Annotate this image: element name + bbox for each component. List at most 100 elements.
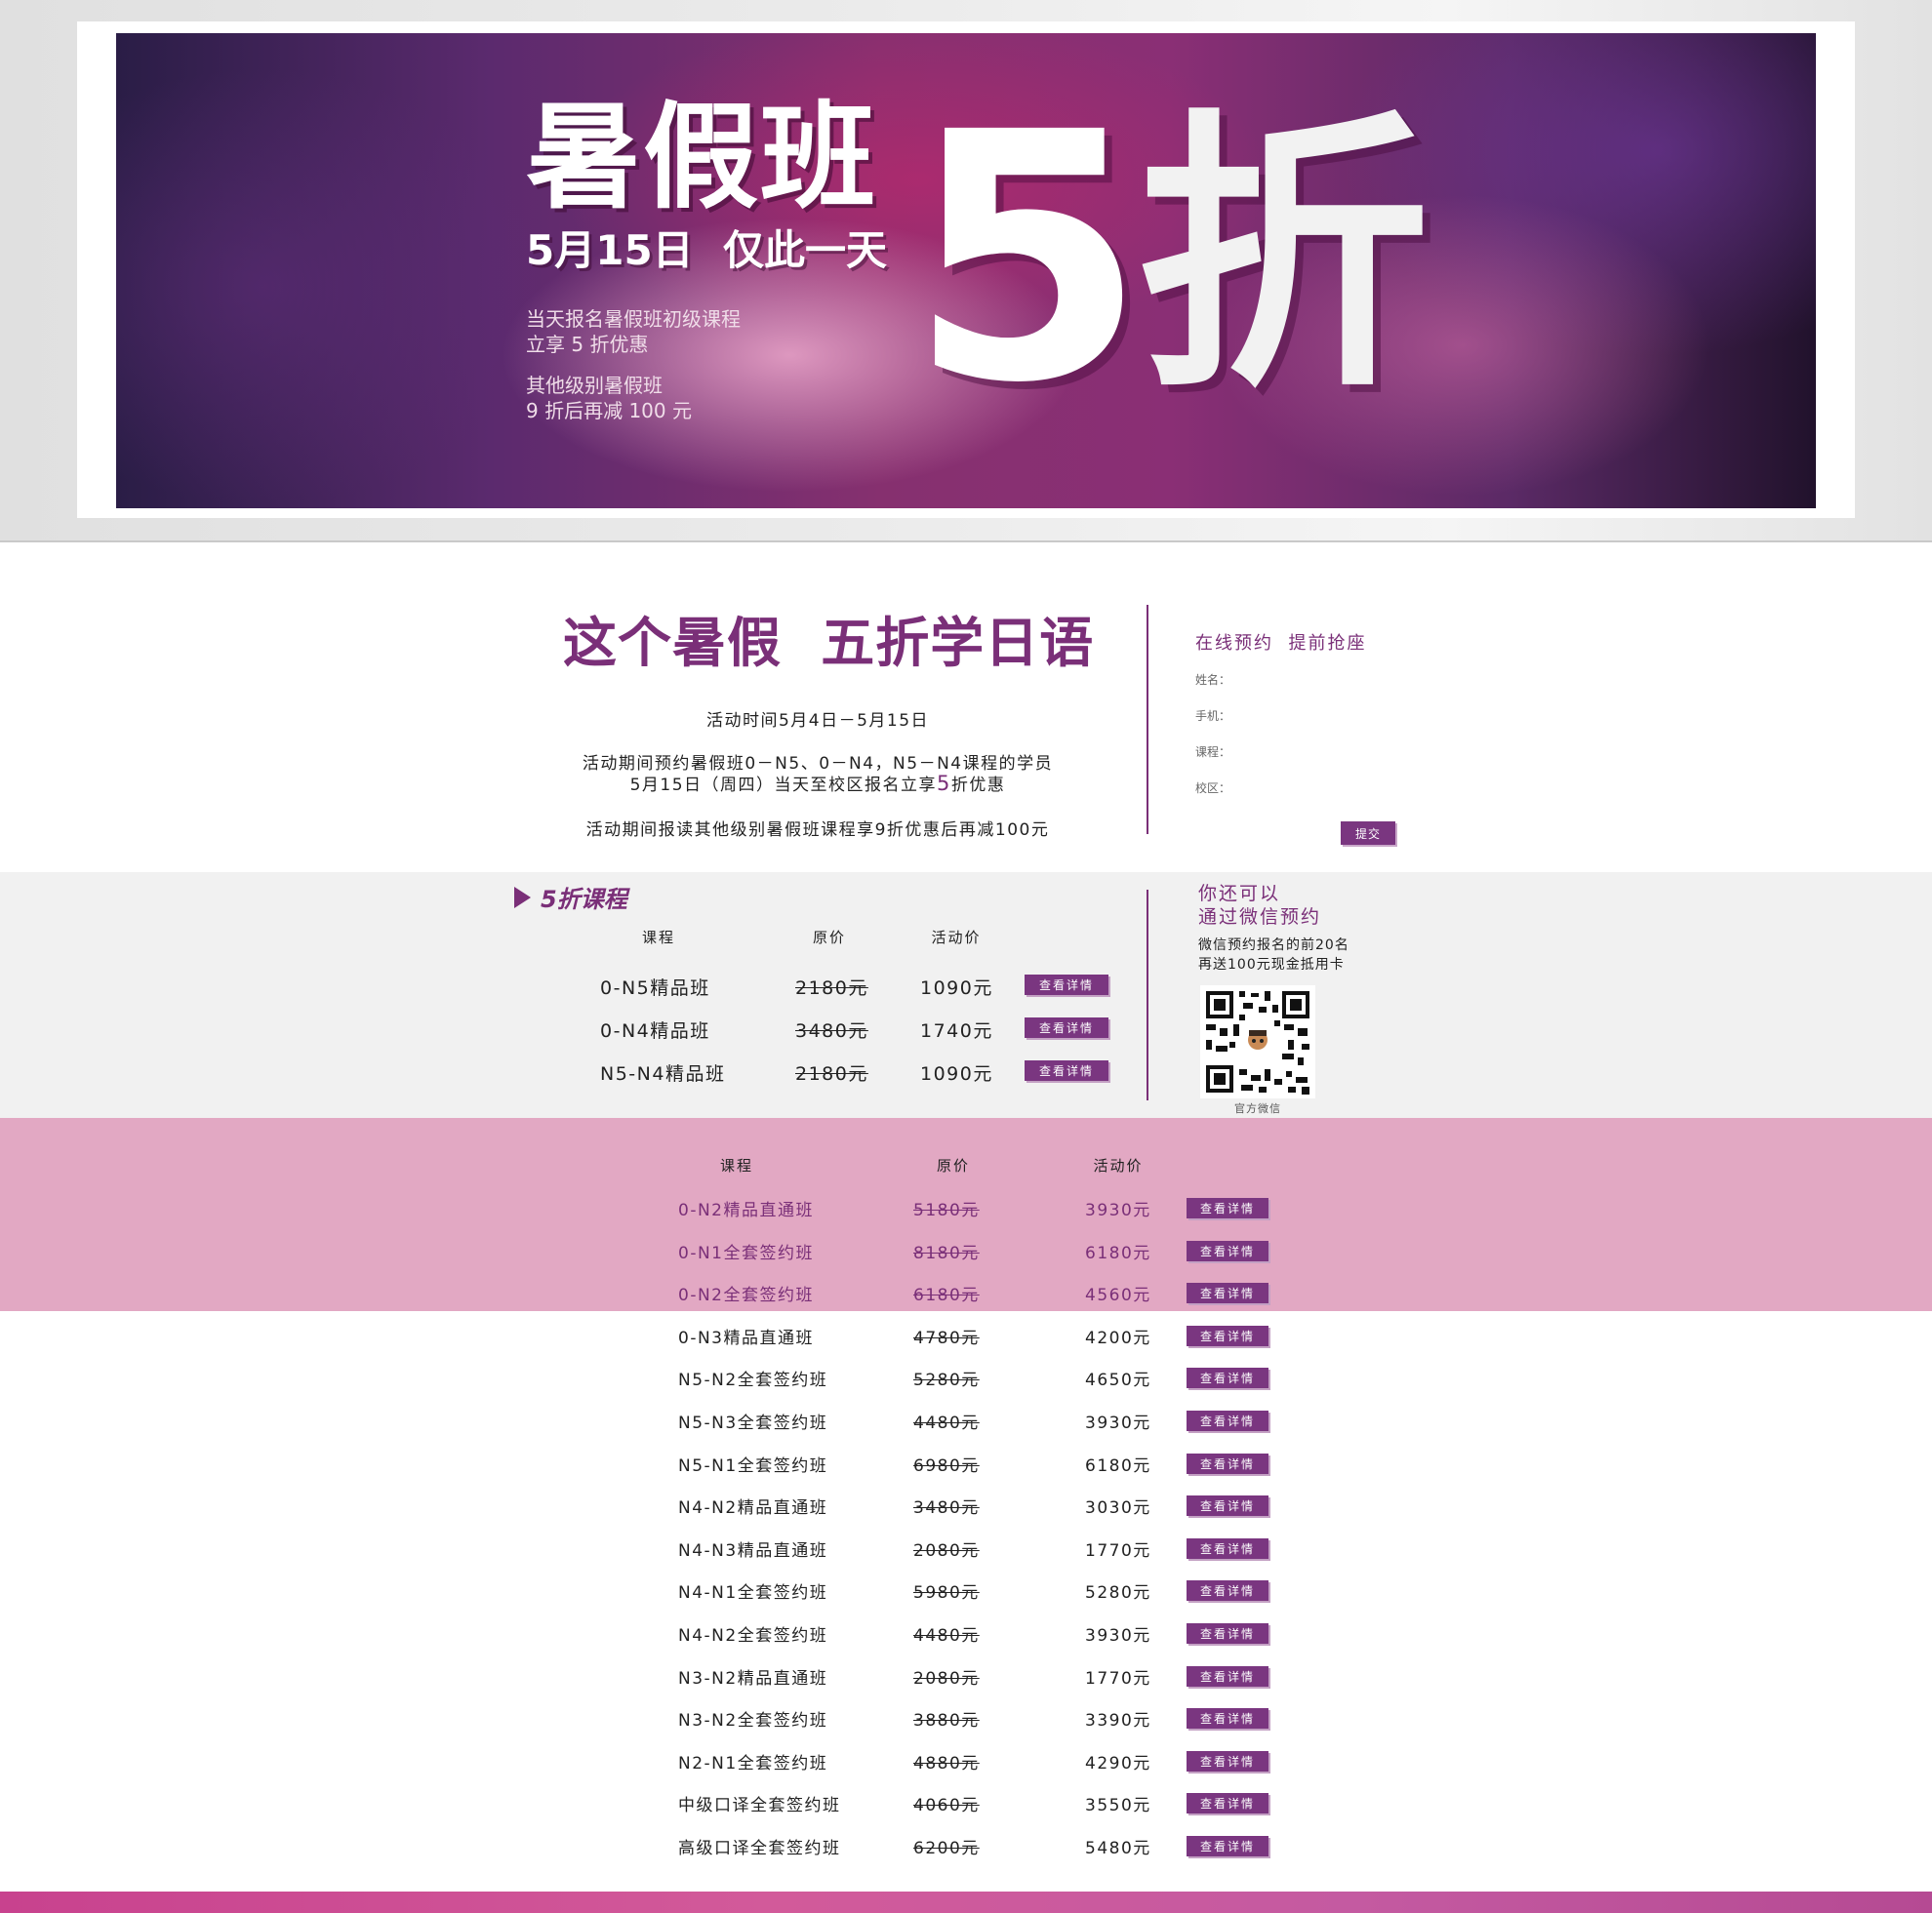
view-details-button[interactable]: 查看详情: [1187, 1538, 1268, 1559]
course-name: 0-N5精品班: [600, 977, 710, 999]
view-details-button[interactable]: 查看详情: [1187, 1411, 1268, 1431]
half-price-header-price: 活动价: [931, 929, 982, 946]
original-price: 2080元: [913, 1541, 980, 1561]
qr-caption: 官方微信: [1234, 1102, 1281, 1115]
wechat-qr-code[interactable]: [1200, 985, 1315, 1098]
sale-price: 1740元: [920, 1020, 993, 1042]
phone-label: 手机：: [1195, 709, 1231, 723]
course-name: 0-N2精品直通班: [678, 1201, 814, 1220]
view-details-button[interactable]: 查看详情: [1187, 1836, 1268, 1856]
banner-divider: [0, 540, 1932, 542]
banner-title: 暑假班: [526, 90, 878, 224]
submit-button[interactable]: 提交: [1341, 821, 1395, 845]
banner-big-number: 5: [908, 60, 1147, 458]
view-details-button[interactable]: 查看详情: [1187, 1283, 1268, 1303]
course-field-row: 课程：: [1195, 741, 1418, 762]
sale-price: 4560元: [1085, 1286, 1151, 1305]
course-name: 高级口译全套签约班: [678, 1839, 841, 1858]
booking-form-title: 在线预约 提前抢座: [1195, 633, 1367, 654]
course-name: N5-N4精品班: [600, 1063, 726, 1085]
original-price: 6200元: [913, 1839, 980, 1858]
sale-price: 3930元: [1085, 1201, 1151, 1220]
view-details-button[interactable]: 查看详情: [1187, 1326, 1268, 1346]
view-details-button[interactable]: 查看详情: [1025, 975, 1108, 995]
intro-line-2: 5月15日（周四）当天至校区报名立享5折优惠: [515, 771, 1120, 795]
sale-price: 4650元: [1085, 1371, 1151, 1390]
banner-desc-3: 其他级别暑假班: [526, 374, 663, 397]
wechat-note-line-2: 再送100元现金抵用卡: [1198, 957, 1345, 973]
original-price: 3880元: [913, 1711, 980, 1731]
sale-price: 3930元: [1085, 1626, 1151, 1646]
orig-price-header: 原价: [936, 1157, 970, 1175]
sale-price: 6180元: [1085, 1244, 1151, 1263]
triangle-arrow-icon: [514, 886, 531, 908]
original-price: 3480元: [913, 1498, 980, 1518]
course-name: 0-N2全套签约班: [678, 1286, 814, 1305]
phone-field-row: 手机：: [1195, 705, 1418, 726]
view-details-button[interactable]: 查看详情: [1187, 1623, 1268, 1644]
phone-field[interactable]: [1234, 705, 1418, 726]
name-field[interactable]: [1234, 669, 1418, 690]
intro-highlight-number: 5: [937, 772, 951, 795]
view-details-button[interactable]: 查看详情: [1187, 1751, 1268, 1772]
original-price: 4480元: [913, 1626, 980, 1646]
sale-price: 5280元: [1085, 1583, 1151, 1603]
sale-price: 3030元: [1085, 1498, 1151, 1518]
sale-price: 1090元: [920, 977, 993, 999]
original-price: 5980元: [913, 1583, 980, 1603]
view-details-button[interactable]: 查看详情: [1187, 1793, 1268, 1813]
course-name: 0-N1全套签约班: [678, 1244, 814, 1263]
course-header: 课程: [719, 1157, 753, 1175]
wechat-title-line-2: 通过微信预约: [1198, 906, 1322, 928]
course-name: 0-N4精品班: [600, 1020, 710, 1042]
course-name: 0-N3精品直通班: [678, 1329, 814, 1348]
view-details-button[interactable]: 查看详情: [1187, 1580, 1268, 1601]
course-name: N4-N2全套签约班: [678, 1626, 828, 1646]
original-price: 5180元: [913, 1201, 980, 1220]
sale-price-header: 活动价: [1093, 1157, 1144, 1175]
view-details-button[interactable]: 查看详情: [1187, 1666, 1268, 1687]
original-price: 6180元: [913, 1286, 980, 1305]
view-details-button[interactable]: 查看详情: [1187, 1368, 1268, 1388]
campus-field-row: 校区：: [1195, 777, 1418, 798]
original-price: 5280元: [913, 1371, 980, 1390]
sale-price: 3930元: [1085, 1414, 1151, 1433]
course-name: N5-N3全套签约班: [678, 1414, 828, 1433]
qr-code-icon: [1200, 985, 1315, 1098]
sale-price: 5480元: [1085, 1839, 1151, 1858]
original-price: 4780元: [913, 1329, 980, 1348]
activity-time: 活动时间5月4日－5月15日: [705, 711, 930, 731]
view-details-button[interactable]: 查看详情: [1187, 1495, 1268, 1516]
intro-line-2-end: 折优惠: [950, 776, 1006, 795]
course-label: 课程：: [1195, 745, 1231, 759]
original-price: 3480元: [795, 1020, 868, 1042]
banner-desc-1: 当天报名暑假班初级课程: [526, 307, 741, 331]
original-price: 4480元: [913, 1414, 980, 1433]
view-details-button[interactable]: 查看详情: [1187, 1708, 1268, 1729]
course-name: N4-N2精品直通班: [678, 1498, 828, 1518]
course-name: N3-N2精品直通班: [678, 1669, 828, 1689]
view-details-button[interactable]: 查看详情: [1187, 1454, 1268, 1474]
original-price: 8180元: [913, 1244, 980, 1263]
view-details-button[interactable]: 查看详情: [1187, 1198, 1268, 1218]
vertical-divider-mid: [1147, 890, 1148, 1100]
sale-price: 3390元: [1085, 1711, 1151, 1731]
half-price-title: 5折课程: [541, 886, 627, 913]
sale-price: 4290元: [1085, 1754, 1151, 1774]
wechat-title-line-1: 你还可以: [1198, 883, 1281, 904]
intro-line-2-start: 5月15日（周四）当天至校区报名立享: [629, 776, 938, 795]
original-price: 2180元: [795, 1063, 868, 1085]
course-field[interactable]: [1234, 741, 1418, 762]
wechat-note: 微信预约报名的前20名 再送100元现金抵用卡: [1198, 936, 1349, 975]
sale-price: 1090元: [920, 1063, 993, 1085]
banner-big-char: 折: [1137, 87, 1429, 427]
view-details-button[interactable]: 查看详情: [1025, 1060, 1108, 1081]
banner-desc-4: 9 折后再减 100 元: [526, 399, 692, 422]
banner-one-day-only: 仅此一天: [723, 226, 888, 274]
campus-field[interactable]: [1234, 777, 1418, 798]
vertical-divider-top: [1147, 605, 1148, 834]
view-details-button[interactable]: 查看详情: [1187, 1241, 1268, 1261]
view-details-button[interactable]: 查看详情: [1025, 1017, 1108, 1038]
promo-banner[interactable]: 暑假班 5月15日 仅此一天 5 折 当天报名暑假班初级课程 立享 5 折优惠 …: [116, 33, 1816, 508]
wechat-note-line-1: 微信预约报名的前20名: [1198, 937, 1349, 953]
